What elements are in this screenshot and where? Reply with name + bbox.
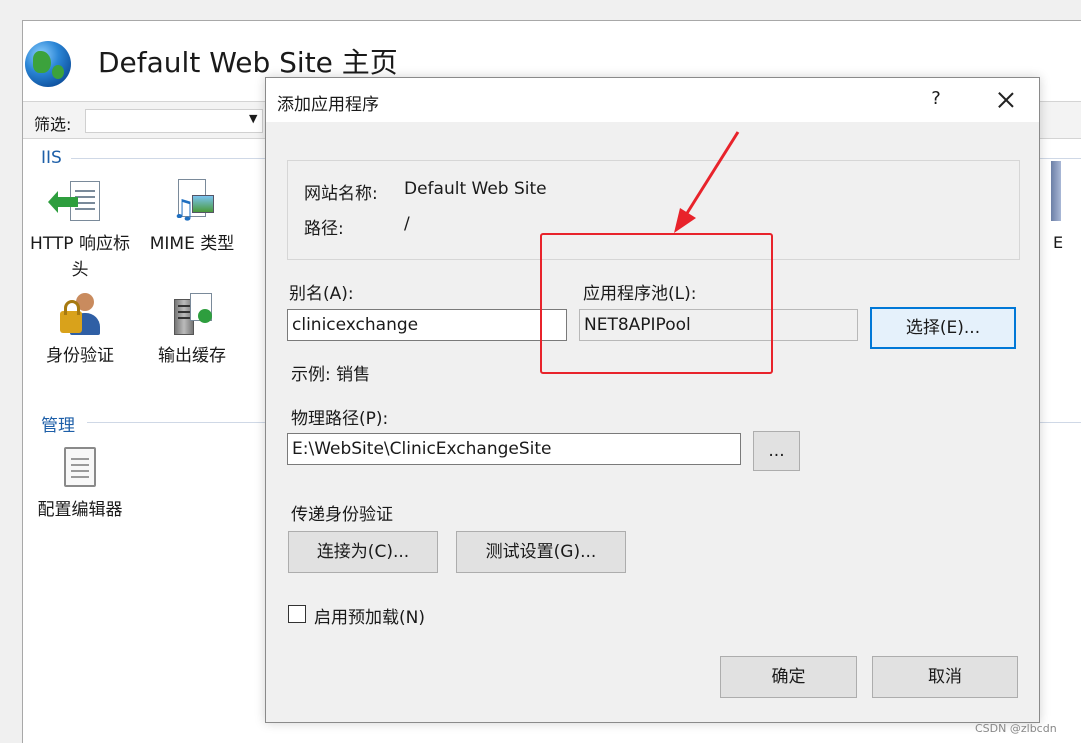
- annotation-highlight-box: [540, 233, 773, 374]
- watermark: CSDN @zlbcdn: [975, 722, 1057, 735]
- annotation-arrow-head: [674, 208, 696, 233]
- annotation-arrow-shaft: [682, 131, 740, 219]
